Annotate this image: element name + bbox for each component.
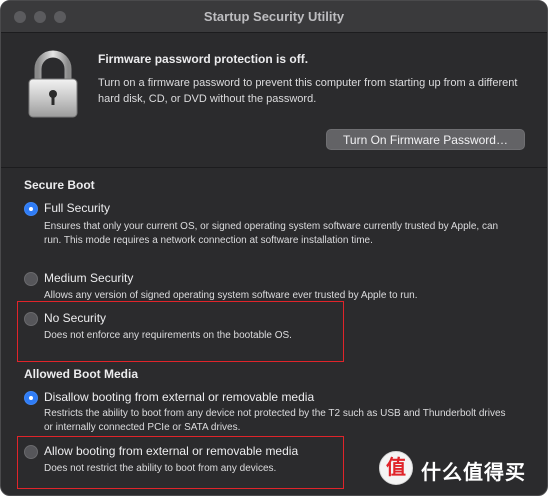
no-security-description: Does not enforce any requirements on the… <box>44 330 292 341</box>
turn-on-firmware-password-button[interactable]: Turn On Firmware Password… <box>326 129 525 150</box>
full-security-description: Ensures that only your current OS, or si… <box>44 221 499 246</box>
watermark-text: 什么值得买 <box>421 462 526 484</box>
firmware-description: Turn on a firmware password to prevent t… <box>98 77 518 105</box>
section-divider <box>1 167 547 168</box>
startup-security-window: Startup Security Utility Firmware passwo… <box>0 0 548 496</box>
disallow-external-boot-label[interactable]: Disallow booting from external or remova… <box>44 390 314 404</box>
no-security-label[interactable]: No Security <box>44 311 106 325</box>
watermark-badge: 值 <box>379 451 413 485</box>
disallow-external-boot-radio[interactable] <box>24 391 38 405</box>
no-security-radio[interactable] <box>24 312 38 326</box>
padlock-icon <box>28 50 78 118</box>
window-title: Startup Security Utility <box>203 9 345 24</box>
medium-security-label[interactable]: Medium Security <box>44 271 133 285</box>
smzdm-watermark: 值 什么值得买 <box>379 451 541 487</box>
allow-external-boot-radio[interactable] <box>24 445 38 459</box>
title-bar: Startup Security Utility <box>1 1 547 33</box>
secure-boot-heading: Secure Boot <box>24 178 95 192</box>
allowed-boot-media-heading: Allowed Boot Media <box>24 367 138 381</box>
medium-security-radio[interactable] <box>24 272 38 286</box>
full-security-radio[interactable] <box>24 202 38 216</box>
disallow-external-boot-description: Restricts the ability to boot from any d… <box>44 408 506 433</box>
full-security-label[interactable]: Full Security <box>44 201 110 215</box>
firmware-status-title: Firmware password protection is off. <box>98 52 309 66</box>
allow-external-boot-label[interactable]: Allow booting from external or removable… <box>44 444 298 458</box>
